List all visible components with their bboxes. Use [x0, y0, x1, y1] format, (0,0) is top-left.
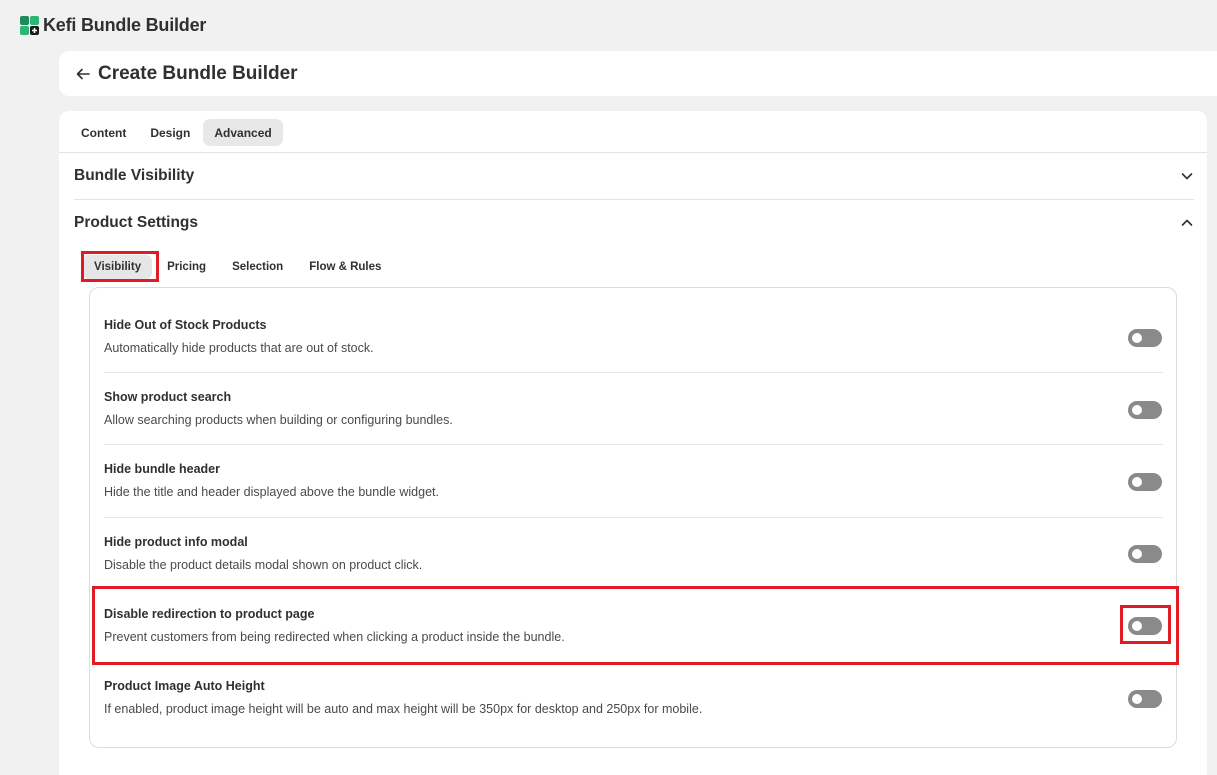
toggle-knob	[1132, 477, 1142, 487]
setting-row-hide-out-of-stock: Hide Out of Stock Products Automatically…	[104, 288, 1163, 360]
setting-row-image-auto-height: Product Image Auto Height If enabled, pr…	[104, 649, 1163, 721]
divider	[74, 199, 1194, 200]
setting-row-hide-bundle-header: Hide bundle header Hide the title and he…	[104, 432, 1163, 504]
setting-title: Hide product info modal	[104, 535, 248, 549]
setting-description: Disable the product details modal shown …	[104, 558, 423, 572]
app-topbar: Kefi Bundle Builder	[0, 0, 1217, 50]
setting-title: Show product search	[104, 390, 232, 404]
toggle-image-auto-height[interactable]	[1128, 690, 1162, 708]
product-settings-tabs: Visibility Pricing Selection Flow & Rule…	[83, 255, 392, 279]
toggle-knob	[1132, 333, 1142, 343]
toggle-knob	[1132, 621, 1142, 631]
subtab-flow-rules[interactable]: Flow & Rules	[298, 255, 392, 279]
setting-row-show-product-search: Show product search Allow searching prod…	[104, 360, 1163, 432]
setting-title: Product Image Auto Height	[104, 679, 265, 693]
app-logo-icon	[20, 15, 39, 35]
setting-description: Allow searching products when building o…	[104, 413, 453, 427]
section-bundle-visibility[interactable]: Bundle Visibility	[74, 161, 1194, 191]
subtab-pricing[interactable]: Pricing	[156, 255, 217, 279]
setting-title: Hide Out of Stock Products	[104, 318, 267, 332]
tab-content[interactable]: Content	[70, 119, 137, 146]
setting-row-disable-redirection: Disable redirection to product page Prev…	[104, 577, 1163, 649]
tab-design[interactable]: Design	[139, 119, 201, 146]
toggle-knob	[1132, 694, 1142, 704]
divider	[59, 152, 1207, 153]
subtab-visibility[interactable]: Visibility	[83, 255, 153, 279]
section-product-settings[interactable]: Product Settings	[74, 208, 1194, 238]
chevron-down-icon	[1181, 173, 1193, 180]
tab-advanced[interactable]: Advanced	[203, 119, 283, 146]
toggle-hide-product-info-modal[interactable]	[1128, 545, 1162, 563]
page-header: Create Bundle Builder	[59, 51, 1217, 96]
chevron-up-icon	[1181, 219, 1193, 226]
setting-row-hide-product-info-modal: Hide product info modal Disable the prod…	[104, 505, 1163, 577]
setting-title: Disable redirection to product page	[104, 607, 315, 621]
setting-description: Hide the title and header displayed abov…	[104, 485, 439, 499]
tab-bar: Content Design Advanced	[70, 119, 283, 146]
setting-description: Prevent customers from being redirected …	[104, 630, 565, 644]
setting-description: If enabled, product image height will be…	[104, 702, 703, 716]
toggle-show-product-search[interactable]	[1128, 401, 1162, 419]
back-button[interactable]	[73, 64, 93, 84]
toggle-knob	[1132, 405, 1142, 415]
toggle-hide-bundle-header[interactable]	[1128, 473, 1162, 491]
toggle-disable-redirection[interactable]	[1128, 617, 1162, 635]
arrow-left-icon	[76, 68, 90, 79]
app-title: Kefi Bundle Builder	[43, 14, 207, 35]
visibility-settings-panel: Hide Out of Stock Products Automatically…	[89, 287, 1177, 748]
toggle-knob	[1132, 549, 1142, 559]
page-title: Create Bundle Builder	[98, 62, 298, 84]
section-title: Bundle Visibility	[74, 167, 195, 184]
subtab-selection[interactable]: Selection	[221, 255, 294, 279]
setting-description: Automatically hide products that are out…	[104, 341, 374, 355]
setting-title: Hide bundle header	[104, 462, 220, 476]
section-title: Product Settings	[74, 214, 199, 231]
toggle-hide-out-of-stock[interactable]	[1128, 329, 1162, 347]
main-card: Content Design Advanced Bundle Visibilit…	[59, 111, 1207, 775]
